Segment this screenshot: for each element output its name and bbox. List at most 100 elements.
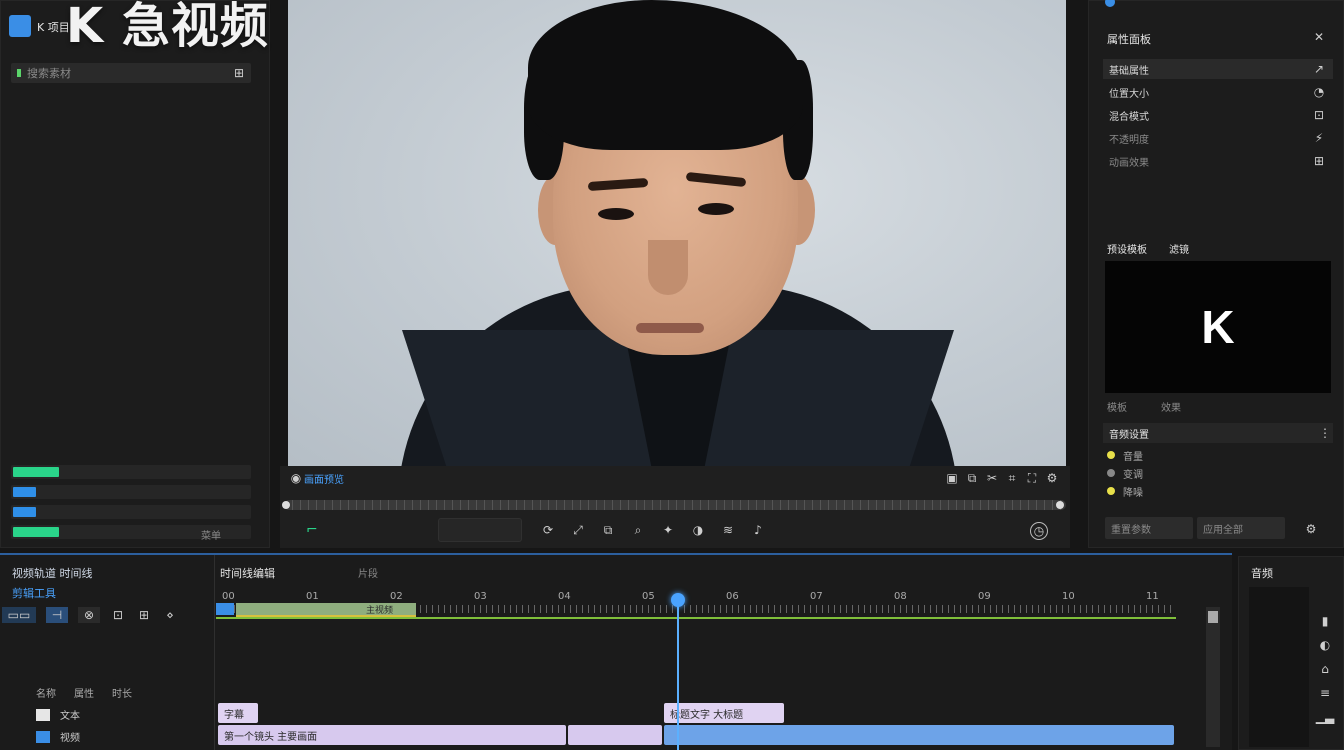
right-top-toggle[interactable] [1105, 0, 1115, 7]
preview-label: 画面预览 [304, 474, 344, 486]
radio-icon[interactable] [1107, 469, 1115, 477]
control-1[interactable]: ⟳ [540, 522, 556, 538]
track-name-label: 视频 [60, 733, 80, 744]
mixer-icons: ▮ ◐ ⌂ ≡ ▁▃ [1316, 613, 1334, 725]
property-list: 基础属性 ↗ 位置大小 ◔ 混合模式 ⊡ 不透明度 ⚡ 动画效果 ⊞ [1103, 59, 1333, 174]
video-preview[interactable] [288, 0, 1066, 466]
home-icon[interactable]: ⌂ [1317, 661, 1333, 677]
control-6[interactable]: ◑ [690, 522, 706, 538]
more-icon[interactable]: ⋮ [1317, 425, 1333, 441]
snap-icon[interactable]: ▭▭ [2, 607, 36, 623]
scrub-bar[interactable] [284, 500, 1066, 510]
property-item-label: 动画效果 [1109, 157, 1149, 169]
timeline-clip[interactable] [568, 725, 662, 745]
link-icon[interactable]: ⊗ [78, 607, 100, 623]
scrollbar-thumb[interactable] [1208, 611, 1218, 623]
track-header: 时长 [112, 689, 132, 700]
scrub-start-handle[interactable] [282, 501, 290, 509]
reset-button-label: 重置参数 [1111, 524, 1151, 536]
chart-icon[interactable]: ▁▃ [1316, 709, 1334, 725]
audio-option[interactable]: 变调 [1107, 465, 1327, 481]
audio-option[interactable]: 音量 [1107, 447, 1327, 463]
control-7[interactable]: ≋ [720, 522, 736, 538]
monitor-icon[interactable]: ▣ [944, 470, 960, 486]
property-item[interactable]: 位置大小 ◔ [1103, 82, 1333, 102]
property-item[interactable]: 不透明度 ⚡ [1103, 128, 1333, 148]
volume-icon[interactable]: ⋄ [162, 607, 178, 623]
property-item[interactable]: 混合模式 ⊡ [1103, 105, 1333, 125]
mute-icon[interactable]: ◐ [1317, 637, 1333, 653]
crop-icon[interactable]: ⌗ [1004, 470, 1020, 486]
main-video-clip[interactable]: 主视频 [236, 603, 416, 617]
fullscreen-icon[interactable]: ⛶ [1024, 470, 1040, 486]
main-video-clip-label: 主视频 [366, 605, 394, 616]
clip-marker[interactable] [216, 603, 234, 615]
toggle-icon[interactable]: ◔ [1311, 84, 1327, 100]
toggle-icon[interactable]: ⊞ [1311, 153, 1327, 169]
radio-icon[interactable] [1107, 451, 1115, 459]
properties-header: 属性面板 [1107, 33, 1151, 46]
property-item-label: 位置大小 [1109, 88, 1149, 100]
timeline-clip[interactable] [664, 725, 1174, 745]
toggle-icon[interactable]: ↗ [1311, 61, 1327, 77]
track-name[interactable]: 文本 [36, 707, 80, 722]
property-item[interactable]: 基础属性 ↗ [1103, 59, 1333, 79]
filter-header[interactable]: 滤镜 [1169, 241, 1189, 256]
playhead-handle[interactable] [671, 593, 685, 607]
preset-header[interactable]: 预设模板 [1107, 241, 1147, 256]
timeline-scrollbar[interactable] [1206, 607, 1220, 747]
timecode-box[interactable] [438, 518, 522, 542]
timeline-clip[interactable]: 字幕 [218, 703, 258, 723]
frame-icon[interactable]: ⌐ [306, 522, 318, 538]
scrub-end-handle[interactable] [1056, 501, 1064, 509]
split-icon[interactable]: ⧉ [964, 470, 980, 486]
control-5[interactable]: ✦ [660, 522, 676, 538]
toggle-icon[interactable]: ⊡ [1311, 107, 1327, 123]
marker-icon[interactable]: ⊞ [136, 607, 152, 623]
timeline-header-mid: 时间线编辑 [220, 567, 275, 580]
toggle-icon[interactable]: ⚡ [1311, 130, 1327, 146]
apply-all-button[interactable]: 应用全部 [1197, 517, 1285, 539]
control-8[interactable]: ♪ [750, 522, 766, 538]
control-2[interactable]: ⤢ [570, 522, 586, 538]
track-thumb-icon [36, 730, 50, 743]
timeline-tool-label[interactable]: 剪辑工具 [12, 585, 56, 601]
split-clip-icon[interactable]: ⊣ [46, 607, 68, 623]
timeline-tools: ▭▭ ⊣ ⊗ ⊡ ⊞ ⋄ [2, 607, 178, 623]
control-4[interactable]: ⌕ [630, 522, 646, 538]
reset-button[interactable]: 重置参数 [1105, 517, 1193, 539]
preset-letter: K [1201, 301, 1235, 353]
close-icon[interactable]: ✕ [1311, 29, 1327, 45]
camera-icon[interactable]: ◉ [288, 470, 304, 486]
grid-icon[interactable]: ⊞ [231, 65, 247, 81]
bar-icon[interactable]: ▮ [1317, 613, 1333, 629]
ruler-label: 08 [894, 591, 907, 602]
magnet-icon[interactable]: ⊡ [110, 607, 126, 623]
meter-fill [13, 467, 59, 477]
app-logo[interactable] [9, 15, 31, 37]
property-item[interactable]: 动画效果 ⊞ [1103, 151, 1333, 171]
eq-icon[interactable]: ≡ [1317, 685, 1333, 701]
adjust-icon[interactable]: ⚙ [1303, 521, 1319, 537]
audio-option-label: 降噪 [1123, 487, 1143, 499]
meter-menu-label[interactable]: 菜单 [201, 527, 221, 542]
ruler-label: 04 [558, 591, 571, 602]
track-name[interactable]: 视频 [36, 729, 80, 744]
ruler-label: 00 [222, 591, 235, 602]
timeline-clip[interactable]: 标题文字 大标题 [664, 703, 784, 723]
track-header: 名称 [36, 689, 56, 700]
control-3[interactable]: ⧉ [600, 522, 616, 538]
mixer-meter [1249, 587, 1309, 747]
clock-icon[interactable]: ◷ [1030, 522, 1048, 540]
radio-icon[interactable] [1107, 487, 1115, 495]
project-header: K 项目 [37, 21, 70, 34]
audio-option[interactable]: 降噪 [1107, 483, 1327, 499]
timeline-clip[interactable]: 第一个镜头 主要画面 [218, 725, 566, 745]
settings-icon[interactable]: ⚙ [1044, 470, 1060, 486]
scissors-icon[interactable]: ✂ [984, 470, 1000, 486]
timeline-clip-label: 第一个镜头 主要画面 [224, 731, 318, 743]
meter-row [11, 465, 251, 479]
search-row[interactable]: 搜索素材 ⊞ [11, 63, 251, 83]
preset-preview[interactable]: K [1105, 261, 1331, 393]
ruler-label: 02 [390, 591, 403, 602]
